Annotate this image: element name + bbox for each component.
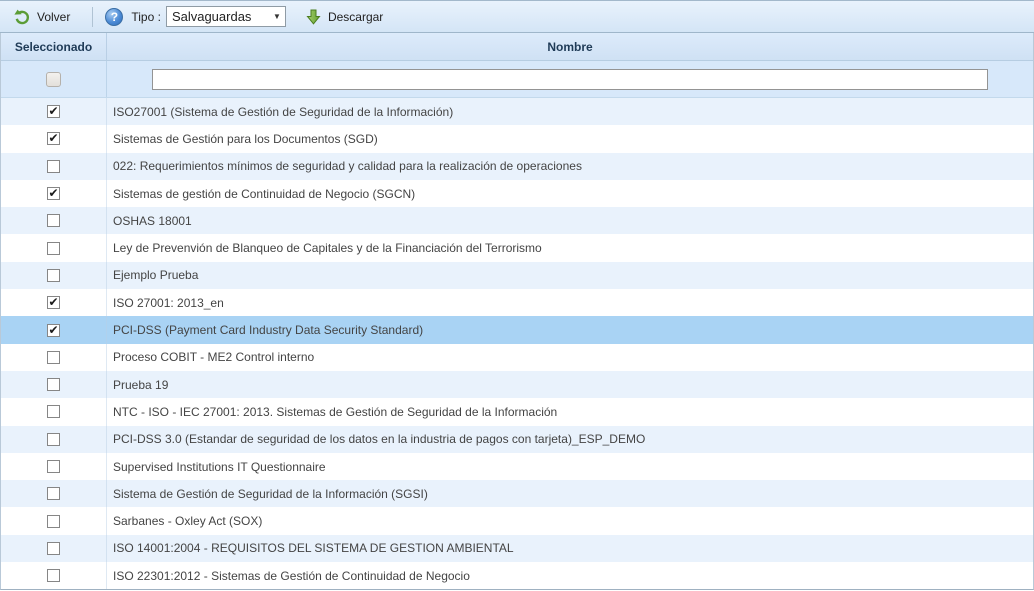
row-checkbox[interactable] [47,269,60,282]
row-checkbox[interactable] [47,433,60,446]
table-row[interactable]: Proceso COBIT - ME2 Control interno [1,344,1033,371]
row-checkbox[interactable] [47,569,60,582]
row-checkbox[interactable] [47,487,60,500]
row-checkbox-cell [1,262,107,289]
table-row[interactable]: NTC - ISO - IEC 27001: 2013. Sistemas de… [1,398,1033,425]
back-arrow-icon [14,9,30,25]
row-checkbox-cell [1,507,107,534]
filter-input-cell [107,61,1033,97]
row-name: ISO 14001:2004 - REQUISITOS DEL SISTEMA … [107,535,1033,562]
row-checkbox-cell: ✔ [1,316,107,343]
standards-grid: Seleccionado Nombre ✔ ISO27001 (Sistema … [0,33,1034,590]
table-row[interactable]: OSHAS 18001 [1,207,1033,234]
table-row[interactable]: ISO 22301:2012 - Sistemas de Gestión de … [1,562,1033,589]
row-checkbox[interactable]: ✔ [47,105,60,118]
row-checkbox-cell [1,535,107,562]
select-all-checkbox[interactable] [46,72,61,87]
table-row[interactable]: Sarbanes - Oxley Act (SOX) [1,507,1033,534]
row-checkbox[interactable] [47,160,60,173]
row-name: NTC - ISO - IEC 27001: 2013. Sistemas de… [107,398,1033,425]
row-checkbox[interactable] [47,351,60,364]
tipo-select-value: Salvaguardas [172,9,252,24]
row-name: ISO 27001: 2013_en [107,289,1033,316]
table-row[interactable]: ✔ Sistemas de Gestión para los Documento… [1,125,1033,152]
row-checkbox-cell: ✔ [1,125,107,152]
row-name: PCI-DSS 3.0 (Estandar de seguridad de lo… [107,426,1033,453]
column-header-seleccionado[interactable]: Seleccionado [1,33,107,60]
row-checkbox-cell [1,398,107,425]
row-checkbox[interactable] [47,460,60,473]
table-row[interactable]: Prueba 19 [1,371,1033,398]
row-name: 022: Requerimientos mínimos de seguridad… [107,153,1033,180]
table-body: ✔ ISO27001 (Sistema de Gestión de Seguri… [1,98,1033,589]
volver-label: Volver [37,10,70,24]
row-name: Sistema de Gestión de Seguridad de la In… [107,480,1033,507]
row-checkbox-cell [1,153,107,180]
table-row[interactable]: Supervised Institutions IT Questionnaire [1,453,1033,480]
filter-checkbox-cell [1,61,107,97]
row-name: Proceso COBIT - ME2 Control interno [107,344,1033,371]
row-checkbox[interactable] [47,242,60,255]
row-checkbox[interactable]: ✔ [47,296,60,309]
row-checkbox[interactable]: ✔ [47,132,60,145]
descargar-button[interactable]: Descargar [298,6,391,28]
tipo-label: Tipo : [131,10,161,24]
name-filter-input[interactable] [152,69,988,90]
row-checkbox[interactable] [47,515,60,528]
row-checkbox-cell [1,371,107,398]
tipo-select[interactable]: Salvaguardas ▼ [166,6,286,27]
row-name: ISO 22301:2012 - Sistemas de Gestión de … [107,562,1033,589]
row-checkbox-cell: ✔ [1,180,107,207]
row-checkbox[interactable]: ✔ [47,187,60,200]
toolbar-separator [92,7,93,27]
table-row[interactable]: ✔ ISO27001 (Sistema de Gestión de Seguri… [1,98,1033,125]
row-name: OSHAS 18001 [107,207,1033,234]
row-name: Sarbanes - Oxley Act (SOX) [107,507,1033,534]
row-checkbox-cell [1,234,107,261]
row-checkbox-cell: ✔ [1,98,107,125]
toolbar: Volver ? Tipo : Salvaguardas ▼ Descargar [0,0,1034,33]
table-row[interactable]: ✔ Sistemas de gestión de Continuidad de … [1,180,1033,207]
row-name: PCI-DSS (Payment Card Industry Data Secu… [107,316,1033,343]
row-checkbox-cell [1,344,107,371]
row-checkbox-cell [1,453,107,480]
row-name: Prueba 19 [107,371,1033,398]
volver-button[interactable]: Volver [6,6,78,28]
row-checkbox-cell: ✔ [1,289,107,316]
row-name: Sistemas de gestión de Continuidad de Ne… [107,180,1033,207]
table-row[interactable]: ✔ PCI-DSS (Payment Card Industry Data Se… [1,316,1033,343]
table-row[interactable]: PCI-DSS 3.0 (Estandar de seguridad de lo… [1,426,1033,453]
table-row[interactable]: Ley de Prevenvión de Blanqueo de Capital… [1,234,1033,261]
table-row[interactable]: ISO 14001:2004 - REQUISITOS DEL SISTEMA … [1,535,1033,562]
row-checkbox-cell [1,480,107,507]
filter-row [1,61,1033,98]
row-name: ISO27001 (Sistema de Gestión de Segurida… [107,98,1033,125]
descargar-label: Descargar [328,10,383,24]
row-name: Ley de Prevenvión de Blanqueo de Capital… [107,234,1033,261]
row-name: Sistemas de Gestión para los Documentos … [107,125,1033,152]
row-checkbox-cell [1,562,107,589]
row-checkbox-cell [1,426,107,453]
row-name: Supervised Institutions IT Questionnaire [107,453,1033,480]
column-header-nombre[interactable]: Nombre [107,33,1033,60]
row-checkbox-cell [1,207,107,234]
row-checkbox[interactable] [47,405,60,418]
help-icon[interactable]: ? [105,8,123,26]
download-arrow-icon [306,9,321,25]
help-glyph: ? [111,10,118,24]
row-name: Ejemplo Prueba [107,262,1033,289]
chevron-down-icon: ▼ [273,12,281,21]
row-checkbox[interactable] [47,214,60,227]
table-row[interactable]: Ejemplo Prueba [1,262,1033,289]
row-checkbox[interactable] [47,378,60,391]
table-row[interactable]: 022: Requerimientos mínimos de seguridad… [1,153,1033,180]
table-row[interactable]: ✔ ISO 27001: 2013_en [1,289,1033,316]
grid-header: Seleccionado Nombre [1,33,1033,61]
row-checkbox[interactable] [47,542,60,555]
row-checkbox[interactable]: ✔ [47,324,60,337]
table-row[interactable]: Sistema de Gestión de Seguridad de la In… [1,480,1033,507]
